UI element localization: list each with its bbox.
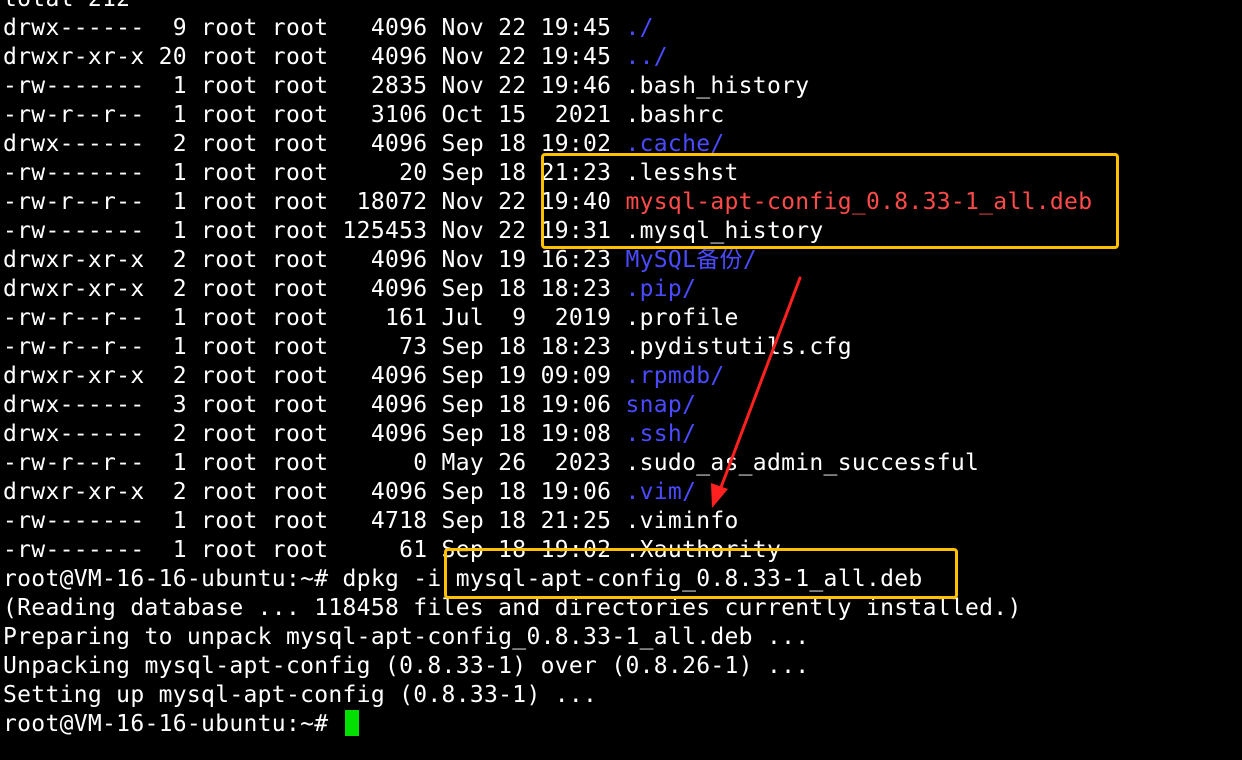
listing-row-meta: -rw------- 1 root root 2835 Nov 22 19:46 [3, 73, 626, 99]
listing-row: drwx------ 3 root root 4096 Sep 18 19:06… [3, 391, 1242, 420]
command-text: dpkg -i mysql-apt-config_0.8.33-1_all.de… [342, 566, 923, 592]
listing-row-meta: drwxr-xr-x 2 root root 4096 Sep 18 18:23 [3, 276, 626, 302]
listing-row: drwx------ 2 root root 4096 Sep 18 19:08… [3, 420, 1242, 449]
listing-row: -rw-r--r-- 1 root root 18072 Nov 22 19:4… [3, 188, 1242, 217]
listing-row: drwx------ 2 root root 4096 Sep 18 19:02… [3, 130, 1242, 159]
listing-row-filename: .mysql_history [625, 218, 824, 244]
listing-row-filename: mysql-apt-config_0.8.33-1_all.deb [625, 189, 1093, 215]
listing-row-filename: .pydistutils.cfg [625, 334, 852, 360]
listing-row: -rw-r--r-- 1 root root 3106 Oct 15 2021 … [3, 101, 1242, 130]
terminal-cursor [344, 710, 359, 736]
listing-row-meta: drwxr-xr-x 2 root root 4096 Nov 19 16:23 [3, 247, 626, 273]
listing-row-meta: drwx------ 9 root root 4096 Nov 22 19:45 [3, 15, 626, 41]
listing-row: drwxr-xr-x 2 root root 4096 Sep 18 18:23… [3, 275, 1242, 304]
command-line: root@VM-16-16-ubuntu:~# dpkg -i mysql-ap… [3, 565, 1242, 594]
listing-row-filename: .bash_history [625, 73, 810, 99]
listing-row-filename: MySQL备份/ [625, 247, 757, 273]
listing-row: -rw------- 1 root root 125453 Nov 22 19:… [3, 217, 1242, 246]
listing-row: -rw-r--r-- 1 root root 73 Sep 18 18:23 .… [3, 333, 1242, 362]
listing-row-meta: drwxr-xr-x 20 root root 4096 Nov 22 19:4… [3, 44, 626, 70]
listing-row-meta: -rw-r--r-- 1 root root 18072 Nov 22 19:4… [3, 189, 626, 215]
listing-row-filename: ../ [625, 44, 668, 70]
file-listing: drwx------ 9 root root 4096 Nov 22 19:45… [3, 14, 1242, 565]
listing-row-filename: .ssh/ [625, 421, 697, 447]
listing-row-meta: -rw------- 1 root root 61 Sep 18 19:02 [3, 537, 626, 563]
output-line-unpacking: Unpacking mysql-apt-config (0.8.33-1) ov… [3, 653, 810, 679]
listing-row: -rw-r--r-- 1 root root 161 Jul 9 2019 .p… [3, 304, 1242, 333]
listing-row-filename: .viminfo [625, 508, 739, 534]
listing-row-filename: snap/ [625, 392, 697, 418]
listing-row-filename: .profile [625, 305, 739, 331]
listing-row-meta: -rw-r--r-- 1 root root 0 May 26 2023 [3, 450, 626, 476]
listing-row-meta: -rw------- 1 root root 4718 Sep 18 21:25 [3, 508, 626, 534]
listing-row: -rw------- 1 root root 2835 Nov 22 19:46… [3, 72, 1242, 101]
total-line: total 212 [3, 0, 130, 12]
listing-row-meta: -rw-r--r-- 1 root root 73 Sep 18 18:23 [3, 334, 626, 360]
listing-row-filename: .Xauthority [625, 537, 782, 563]
listing-row: drwxr-xr-x 2 root root 4096 Sep 18 19:06… [3, 478, 1242, 507]
listing-row: drwxr-xr-x 2 root root 4096 Sep 19 09:09… [3, 362, 1242, 391]
listing-row-meta: -rw-r--r-- 1 root root 3106 Oct 15 2021 [3, 102, 626, 128]
listing-row: -rw------- 1 root root 61 Sep 18 19:02 .… [3, 536, 1242, 565]
listing-row-filename: .bashrc [625, 102, 725, 128]
listing-row-filename: .cache/ [625, 131, 725, 157]
listing-row-meta: drwxr-xr-x 2 root root 4096 Sep 18 19:06 [3, 479, 626, 505]
terminal-header-line: total 212 [3, 0, 1242, 14]
listing-row: -rw-r--r-- 1 root root 0 May 26 2023 .su… [3, 449, 1242, 478]
output-line-setting-up: Setting up mysql-apt-config (0.8.33-1) .… [3, 682, 598, 708]
listing-row-meta: -rw-r--r-- 1 root root 161 Jul 9 2019 [3, 305, 626, 331]
listing-row-meta: drwx------ 2 root root 4096 Sep 18 19:02 [3, 131, 626, 157]
listing-row: -rw------- 1 root root 4718 Sep 18 21:25… [3, 507, 1242, 536]
listing-row: drwx------ 9 root root 4096 Nov 22 19:45… [3, 14, 1242, 43]
listing-row-meta: drwx------ 3 root root 4096 Sep 18 19:06 [3, 392, 626, 418]
listing-row-filename: .lesshst [625, 160, 739, 186]
terminal-window[interactable]: total 212 drwx------ 9 root root 4096 No… [3, 0, 1242, 760]
listing-row: -rw------- 1 root root 20 Sep 18 21:23 .… [3, 159, 1242, 188]
listing-row: drwxr-xr-x 20 root root 4096 Nov 22 19:4… [3, 43, 1242, 72]
output-line-preparing: Preparing to unpack mysql-apt-config_0.8… [3, 624, 810, 650]
listing-row: drwxr-xr-x 2 root root 4096 Nov 19 16:23… [3, 246, 1242, 275]
listing-row-meta: -rw------- 1 root root 125453 Nov 22 19:… [3, 218, 626, 244]
output-line-reading: (Reading database ... 118458 files and d… [3, 595, 1022, 621]
final-prompt: root@VM-16-16-ubuntu:~# [3, 711, 343, 737]
listing-row-filename: ./ [625, 15, 654, 41]
listing-row-filename: .vim/ [625, 479, 697, 505]
listing-row-meta: drwx------ 2 root root 4096 Sep 18 19:08 [3, 421, 626, 447]
command-prompt: root@VM-16-16-ubuntu:~# [3, 566, 343, 592]
listing-row-filename: .rpmdb/ [625, 363, 725, 389]
final-prompt-line[interactable]: root@VM-16-16-ubuntu:~# [3, 710, 1242, 739]
listing-row-meta: -rw------- 1 root root 20 Sep 18 21:23 [3, 160, 626, 186]
listing-row-filename: .pip/ [625, 276, 697, 302]
listing-row-filename: .sudo_as_admin_successful [625, 450, 980, 476]
listing-row-meta: drwxr-xr-x 2 root root 4096 Sep 19 09:09 [3, 363, 626, 389]
